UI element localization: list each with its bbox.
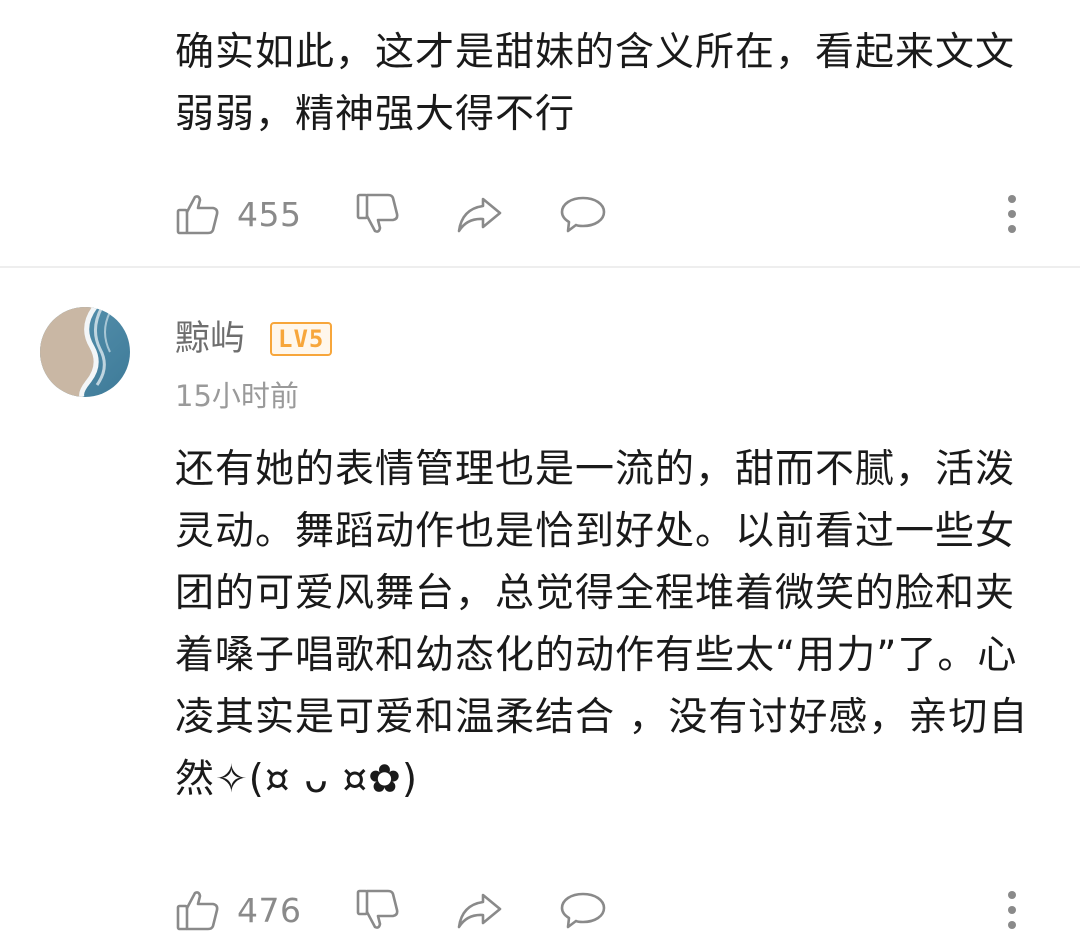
thumbs-up-icon	[175, 191, 221, 237]
dislike-button[interactable]	[355, 188, 401, 240]
comment-actions: 455	[175, 188, 1035, 240]
like-count: 455	[237, 194, 302, 234]
timestamp: 15小时前	[175, 379, 299, 413]
comment-text: 还有她的表情管理也是一流的，甜而不腻，活泼灵动。舞蹈动作也是恰到好处。以前看过一…	[175, 447, 1029, 802]
reply-button[interactable]	[558, 884, 608, 936]
thumbs-down-icon	[355, 887, 401, 933]
divider	[0, 266, 1080, 268]
more-options-button[interactable]	[1000, 884, 1024, 936]
thumbs-up-icon	[175, 887, 221, 933]
like-button[interactable]: 455	[175, 188, 302, 240]
thumbs-down-icon	[355, 191, 401, 237]
comment-bubble-icon	[558, 887, 608, 933]
like-button[interactable]: 476	[175, 884, 302, 936]
share-arrow-icon	[455, 191, 505, 237]
share-button[interactable]	[455, 188, 505, 240]
comment-bubble-icon	[558, 191, 608, 237]
avatar[interactable]	[40, 307, 130, 397]
like-count: 476	[237, 890, 302, 930]
reply-button[interactable]	[558, 188, 608, 240]
dislike-button[interactable]	[355, 884, 401, 936]
more-vertical-icon	[1005, 889, 1019, 931]
share-arrow-icon	[455, 887, 505, 933]
level-badge: LV5	[270, 322, 333, 356]
more-vertical-icon	[1005, 193, 1019, 235]
share-button[interactable]	[455, 884, 505, 936]
more-options-button[interactable]	[1000, 188, 1024, 240]
comment-actions: 476	[175, 884, 1035, 936]
comment-text: 确实如此，这才是甜妹的含义所在，看起来文文弱弱，精神强大得不行	[175, 30, 1016, 137]
username[interactable]: 黥屿	[175, 314, 245, 364]
